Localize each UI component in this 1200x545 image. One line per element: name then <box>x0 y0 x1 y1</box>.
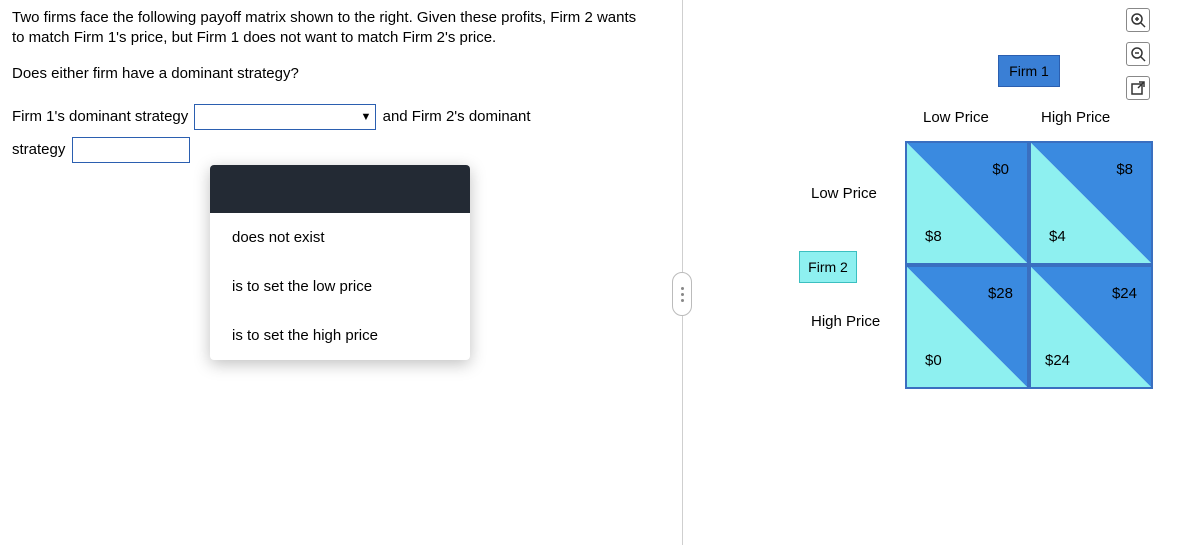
firm2-strategy-input[interactable] <box>72 137 190 163</box>
dropdown-option-blank[interactable] <box>210 165 470 213</box>
payoff-firm1-hh: $24 <box>1112 285 1137 302</box>
popout-button[interactable] <box>1126 76 1150 100</box>
firm1-label: Firm 1 <box>998 55 1060 87</box>
chevron-down-icon: ▼ <box>361 104 372 128</box>
payoff-firm1-ll: $0 <box>992 161 1009 178</box>
payoff-cell-low-high: $8 $4 <box>1029 141 1153 265</box>
row-header-high: High Price <box>811 313 880 330</box>
dropdown-menu: does not exist is to set the low price i… <box>210 165 470 360</box>
payoff-firm2-lh: $4 <box>1049 228 1066 245</box>
zoom-out-button[interactable] <box>1126 42 1150 66</box>
dropdown-option-does-not-exist[interactable]: does not exist <box>210 213 470 262</box>
answer-text-part1: Firm 1's dominant strategy <box>12 108 188 125</box>
dropdown-option-low-price[interactable]: is to set the low price <box>210 262 470 311</box>
zoom-out-icon <box>1130 46 1146 62</box>
firm1-strategy-select[interactable]: ▼ <box>194 104 376 130</box>
answer-text-part3: strategy <box>12 141 65 158</box>
payoff-cell-high-high: $24 $24 <box>1029 265 1153 389</box>
answer-text-part2: and Firm 2's dominant <box>383 108 531 125</box>
payoff-firm1-lh: $8 <box>1116 161 1133 178</box>
payoff-firm1-hl: $28 <box>988 285 1013 302</box>
question-prompt: Does either firm have a dominant strateg… <box>12 65 648 82</box>
payoff-firm2-ll: $8 <box>925 228 942 245</box>
dropdown-option-high-price[interactable]: is to set the high price <box>210 311 470 360</box>
col-header-low: Low Price <box>923 109 989 126</box>
zoom-in-button[interactable] <box>1126 8 1150 32</box>
payoff-firm2-hl: $0 <box>925 352 942 369</box>
payoff-cell-low-low: $0 $8 <box>905 141 1029 265</box>
pane-resize-handle[interactable] <box>672 272 692 316</box>
question-intro: Two firms face the following payoff matr… <box>12 8 648 49</box>
payoff-firm2-hh: $24 <box>1045 352 1070 369</box>
col-header-high: High Price <box>1041 109 1110 126</box>
firm2-label: Firm 2 <box>799 251 857 283</box>
popout-icon <box>1131 81 1145 95</box>
zoom-in-icon <box>1130 12 1146 28</box>
payoff-cell-high-low: $28 $0 <box>905 265 1029 389</box>
row-header-low: Low Price <box>811 185 877 202</box>
